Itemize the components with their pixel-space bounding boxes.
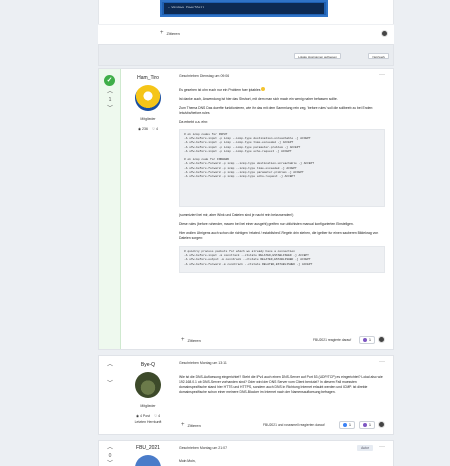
- vote-count: 0: [108, 453, 112, 459]
- post-paragraph: Es gesehen ist ohn euch nur ein Problem …: [179, 87, 385, 93]
- post-footer: + Zitieren FBU2021 reagierte darauf 1: [179, 335, 385, 345]
- downvote-icon[interactable]: ﹀: [105, 381, 115, 387]
- post-meta[interactable]: Geschrieben Dienstag um 09:06: [179, 74, 229, 78]
- post-meta[interactable]: Geschrieben Montag um 21:07: [179, 446, 227, 450]
- avatar[interactable]: [135, 455, 161, 466]
- author-name[interactable]: FBU_2021: [125, 445, 171, 451]
- upvote-icon[interactable]: ︿: [105, 89, 115, 95]
- forum-page: ~ Windows PowerShell + Zitieren Lokale H…: [0, 0, 450, 466]
- author-badge: Autor: [357, 445, 373, 451]
- like-reaction-icon: [343, 423, 347, 427]
- upvote-icon[interactable]: ︿: [105, 445, 115, 451]
- plus-icon: +: [181, 337, 185, 343]
- reaction-button-icon[interactable]: [378, 421, 385, 428]
- vote-column: ︿ 0 ﹀: [99, 441, 121, 466]
- heart-reaction-icon: [363, 338, 367, 342]
- post-meta[interactable]: Geschrieben Montag um 13:11: [179, 361, 227, 365]
- author-extra: Letzten Herrkunft: [134, 420, 162, 424]
- vote-count: 1: [108, 97, 112, 103]
- post-bye-q: ︿ ﹀ Bye-Q Mitglieder ◉ 4 Post ♡ 4 Letzte…: [98, 355, 394, 435]
- cite-label: Zitieren: [166, 30, 180, 36]
- tag-item[interactable]: Netzwerk: [368, 53, 389, 59]
- reactions-summary[interactable]: FBU2021 und roseamell reagierten darauf: [263, 423, 325, 427]
- reaction-badge[interactable]: 1: [359, 421, 375, 429]
- cite-button[interactable]: + Zitieren: [160, 30, 180, 36]
- tag-item[interactable]: Lokale Hostnamen aufloesen: [294, 53, 341, 59]
- smile-icon: [261, 87, 266, 91]
- post-content: Es gesehen ist ohn euch nur ein Problem …: [179, 83, 385, 273]
- post-paragraph: Hier wollen Ubrigens auch schon die rich…: [179, 231, 379, 240]
- author-column: Bye-Q Mitglieder ◉ 4 Post ♡ 4 Letzten He…: [125, 356, 171, 424]
- reaction-button-icon[interactable]: [378, 336, 385, 343]
- author-column: Ham_Tiro Mitglieder ◉ 236 ♡ 4: [125, 69, 171, 131]
- vote-column: ︿ ﹀: [99, 356, 121, 434]
- upvote-icon[interactable]: ︿: [105, 362, 115, 368]
- screenshot-text: ~ Windows PowerShell: [168, 6, 205, 9]
- author-stats: ◉ 236 ♡ 4: [125, 127, 171, 131]
- posts-count: ◉ 236: [138, 127, 148, 131]
- avatar[interactable]: [135, 372, 161, 398]
- plus-icon: +: [160, 30, 164, 36]
- author-name[interactable]: Bye-Q: [125, 362, 171, 368]
- avatar[interactable]: [135, 85, 161, 111]
- plus-icon: +: [181, 422, 185, 428]
- reaction-badge[interactable]: 1: [359, 336, 375, 344]
- author-stats: ◉ 4 Post ♡ 4: [125, 414, 171, 418]
- more-menu-icon[interactable]: ···: [379, 72, 385, 78]
- post-paragraph: Moin Moin,: [179, 459, 196, 463]
- more-menu-icon[interactable]: ···: [379, 444, 385, 450]
- post-paragraph: (summiziert bei mir, aber Wink und Datei…: [179, 213, 294, 217]
- reactions-summary[interactable]: FBU2021 reagierte darauf: [313, 338, 351, 342]
- post-ham-tiro: ✓ ︿ 1 ﹀ Ham_Tiro Mitglieder ◉ 236 ♡ 4 Ge…: [98, 68, 394, 350]
- vote-column: ✓ ︿ 1 ﹀: [99, 69, 121, 349]
- heart-reaction-icon: [363, 423, 367, 427]
- author-name[interactable]: Ham_Tiro: [125, 75, 171, 81]
- downvote-icon[interactable]: ﹀: [105, 106, 115, 112]
- attached-screenshot[interactable]: ~ Windows PowerShell: [160, 0, 328, 17]
- post-content: Moin Moin,: [179, 459, 385, 464]
- code-block: # ok icmp codes for INPUT -A ufw-before-…: [179, 129, 385, 207]
- downvote-icon[interactable]: ﹀: [105, 461, 115, 466]
- tags-row: Lokale Hostnamen aufloesen Netzwerk: [98, 44, 394, 66]
- post-paragraph: Da erbebt u.a. ehn:: [179, 120, 209, 124]
- post-content: Wie ist die DNS-Aufloesung eingerichtet?…: [179, 375, 385, 395]
- screenshot-terminal: ~ Windows PowerShell: [164, 3, 324, 14]
- post-paragraph: Ist danke auch, Anwendung ist hier das S…: [179, 97, 338, 101]
- author-column: FBU_2021: [125, 441, 171, 466]
- share-icon[interactable]: [381, 30, 388, 37]
- reactions-count: ♡ 4: [153, 414, 161, 418]
- cite-button[interactable]: + Zitieren: [181, 337, 201, 343]
- code-block: # quickly process packets for which we a…: [179, 246, 385, 273]
- post-footer: + Zitieren FBU2021 und roseamell reagier…: [179, 420, 385, 430]
- post-paragraph: Diese rules (before ruhender, macen bei …: [179, 222, 354, 226]
- solved-check-icon: ✓: [104, 75, 115, 86]
- post-paragraph: /etc/ufw/before.rules: [179, 111, 210, 115]
- author-role: Mitglieder: [140, 404, 156, 408]
- posts-count: ◉ 4 Post: [135, 414, 150, 418]
- reactions-count: ♡ 4: [151, 127, 158, 131]
- post-paragraph: Wie ist die DNS-Aufloesung eingerichtet?…: [179, 375, 383, 394]
- cite-label: Zitieren: [187, 422, 201, 428]
- more-menu-icon[interactable]: ···: [379, 359, 385, 365]
- cite-label: Zitieren: [187, 337, 201, 343]
- cite-button[interactable]: + Zitieren: [181, 422, 201, 428]
- author-role: Mitglieder: [140, 117, 156, 121]
- reaction-badge[interactable]: 1: [339, 421, 355, 429]
- previous-post-footer: + Zitieren: [98, 24, 394, 44]
- post-fbu-2021: ︿ 0 ﹀ FBU_2021 Geschrieben Montag um 21:…: [98, 440, 394, 466]
